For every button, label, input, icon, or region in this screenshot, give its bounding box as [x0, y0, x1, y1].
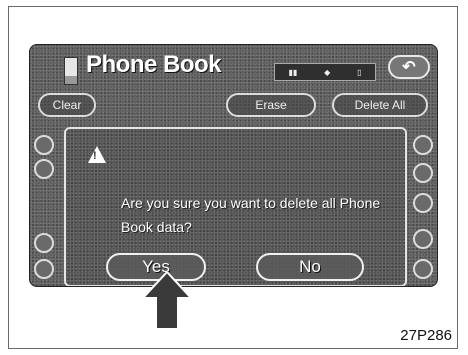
side-button-right-1[interactable] — [413, 135, 433, 155]
signal-icon: ▮▮ — [288, 67, 298, 77]
screen-title: Phone Book — [86, 51, 222, 78]
back-button[interactable]: ↶ — [388, 55, 430, 79]
dialog-message: Are you sure you want to delete all Phon… — [121, 195, 381, 235]
battery-icon: ▯ — [357, 67, 362, 77]
confirm-dialog: ! Are you sure you want to delete all Ph… — [64, 127, 407, 286]
side-button-right-2[interactable] — [413, 163, 433, 183]
figure-code: 27P286 — [400, 327, 452, 344]
roaming-icon: ◆ — [324, 67, 331, 77]
tab-clear[interactable]: Clear — [38, 93, 96, 117]
pointing-arrow-icon — [142, 272, 192, 330]
side-button-left-3[interactable] — [34, 233, 54, 253]
side-button-left-4[interactable] — [34, 259, 54, 279]
display-screen: Phone Book ▮▮ ◆ ▯ ↶ Clear Erase Delete A… — [29, 44, 438, 287]
phone-book-icon — [64, 57, 78, 85]
warning-icon — [88, 146, 106, 163]
side-button-right-4[interactable] — [413, 229, 433, 249]
side-button-right-3[interactable] — [413, 193, 433, 213]
tab-erase[interactable]: Erase — [226, 93, 316, 117]
no-button[interactable]: No — [256, 253, 364, 281]
tab-delete-all[interactable]: Delete All — [332, 93, 428, 117]
side-button-left-2[interactable] — [34, 159, 54, 179]
side-button-right-5[interactable] — [413, 259, 433, 279]
status-bar: ▮▮ ◆ ▯ — [274, 63, 376, 81]
side-button-left-1[interactable] — [34, 135, 54, 155]
back-arrow-icon: ↶ — [402, 59, 416, 76]
warning-mark: ! — [93, 150, 97, 162]
